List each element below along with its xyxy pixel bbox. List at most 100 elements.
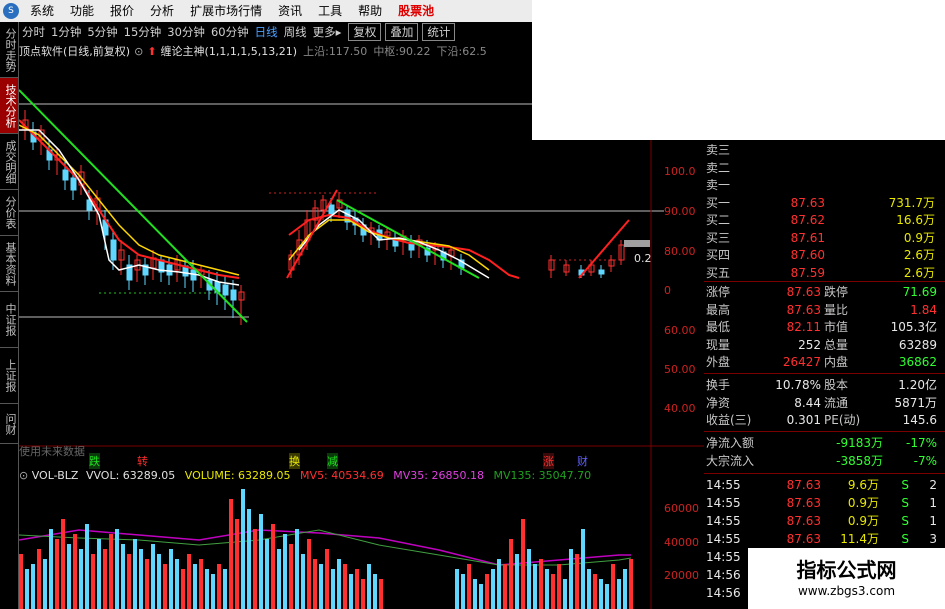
book-level-row: 卖一: [704, 177, 945, 194]
stat-label: 净资: [706, 395, 731, 410]
tick-volume: 9.6万: [847, 478, 879, 492]
stat-row: 净资 8.44 流通 5871万: [704, 395, 945, 412]
volume-bar: [103, 549, 107, 609]
volume-bar: [289, 544, 293, 609]
tick-side: S: [901, 532, 909, 546]
quote-panel: 卖三 卖二 卖一 买一 87.63 731.7万 买二 87.62 16.6万 买三 87.61 0.…: [704, 140, 945, 609]
stat-label: 最高: [706, 302, 731, 317]
volume-bar: [139, 549, 143, 609]
flow-percent: -17%: [905, 436, 937, 450]
period-30min[interactable]: 30分钟: [164, 24, 208, 40]
volume-bar: [43, 559, 47, 609]
tab-price-table[interactable]: 分价表: [0, 190, 18, 236]
kline-chart[interactable]: [19, 60, 704, 609]
stat-label: 换手: [706, 378, 731, 392]
stat-value: 105.3亿: [890, 320, 937, 334]
stat-value: 252: [798, 337, 821, 352]
volume-bar: [533, 564, 537, 609]
tab-timeshare[interactable]: 分时走势: [0, 22, 18, 78]
volume-bar: [515, 554, 519, 609]
menu-stock-pool[interactable]: 股票池: [390, 0, 442, 22]
tick-count: 2: [929, 478, 937, 492]
stat-value: 1.20亿: [898, 378, 937, 392]
menu-news[interactable]: 资讯: [270, 0, 310, 22]
tick-row: 14:55 87.63 0.9万 S 1: [704, 495, 945, 512]
candle: [62, 169, 69, 181]
tab-trade-detail[interactable]: 成交明细: [0, 134, 18, 190]
menu-extended-market[interactable]: 扩展市场行情: [182, 0, 270, 22]
collapse-icon[interactable]: ⊙: [134, 45, 143, 58]
overlay-button[interactable]: 叠加: [385, 23, 419, 41]
stat-row: 外盘 26427 内盘 36862: [704, 354, 945, 371]
tick-side: S: [901, 514, 909, 528]
period-weekly[interactable]: 周线: [281, 24, 310, 40]
divider: [704, 373, 945, 374]
tick-price: 87.63: [786, 532, 821, 546]
tick-side: S: [901, 496, 909, 510]
volume-bar: [367, 564, 371, 609]
volume-bar: [205, 569, 209, 609]
watermark-title: 指标公式网: [796, 558, 897, 582]
tab-fundamentals[interactable]: 基本资料: [0, 236, 18, 292]
book-level-row: 买四 87.60 2.6万: [704, 247, 945, 264]
menu-help[interactable]: 帮助: [350, 0, 390, 22]
stat-value: 8.44: [794, 395, 821, 410]
watermark: 指标公式网 www.zbgs3.com: [748, 548, 945, 609]
volume-bar: [277, 549, 281, 609]
menu-function[interactable]: 功能: [62, 0, 102, 22]
stat-label: 跌停: [824, 285, 849, 299]
menu-analysis[interactable]: 分析: [142, 0, 182, 22]
flow-percent: -7%: [913, 454, 937, 468]
collapse-icon[interactable]: ⊙: [19, 469, 28, 482]
menu-quote[interactable]: 报价: [102, 0, 142, 22]
stat-label: 现量: [706, 337, 731, 352]
tick-row: 14:55 87.63 11.4万 S 3: [704, 531, 945, 548]
book-level-label: 买三: [706, 230, 731, 245]
tab-technical[interactable]: 技术分析: [0, 78, 18, 134]
volume-bar: [229, 499, 233, 609]
menu-tools[interactable]: 工具: [310, 0, 350, 22]
tab-wencai[interactable]: 问财: [0, 404, 18, 444]
tick-count: 1: [929, 496, 937, 510]
period-daily[interactable]: 日线: [252, 24, 281, 40]
upper-value: 117.50: [328, 44, 368, 58]
volume-bar: [467, 564, 471, 609]
period-timeshare[interactable]: 分时: [19, 24, 48, 40]
period-5min[interactable]: 5分钟: [84, 24, 120, 40]
volume-bar: [85, 524, 89, 609]
period-15min[interactable]: 15分钟: [121, 24, 165, 40]
volume-bars-group: [19, 489, 633, 609]
menu-bar: S 系统 功能 报价 分析 扩展市场行情 资讯 工具 帮助 股票池: [0, 0, 532, 22]
tick-time: 14:55: [706, 550, 741, 564]
book-level-row: 买五 87.59 2.6万: [704, 265, 945, 282]
menu-system[interactable]: 系统: [22, 0, 62, 22]
statistics-button[interactable]: 统计: [422, 23, 456, 41]
stat-value: 10.78%: [775, 378, 821, 392]
stat-row: 最低 82.11 市值 105.3亿: [704, 319, 945, 336]
trend-line-red: [286, 189, 338, 279]
stat-label: 市值: [824, 320, 849, 334]
last-price-tag: 0.2: [634, 252, 652, 265]
vol-axis-label: 40000: [664, 536, 699, 549]
price-axis-label: 50.00: [664, 363, 696, 376]
volume-bar: [157, 554, 161, 609]
mv135-value: MV135: 35047.70: [493, 469, 592, 482]
tab-zhongzheng[interactable]: 中证报: [0, 292, 18, 348]
period-60min[interactable]: 60分钟: [208, 24, 252, 40]
tick-price: 87.63: [786, 514, 821, 528]
volume-bar: [575, 554, 579, 609]
stat-label: 流通: [824, 395, 849, 410]
stat-label: 外盘: [706, 355, 731, 369]
volume-bar: [151, 544, 155, 609]
volume-bar: [91, 554, 95, 609]
tab-shangzheng[interactable]: 上证报: [0, 348, 18, 404]
volume-bar: [79, 549, 83, 609]
signal-labels-row: 使用未来数据 跌 转 换 减 涨 财: [19, 445, 704, 469]
volume-bar: [313, 559, 317, 609]
stat-row: 换手 10.78% 股本 1.20亿: [704, 377, 945, 394]
fuquan-button[interactable]: 复权: [348, 23, 382, 41]
volume-bar: [169, 549, 173, 609]
period-more[interactable]: 更多▸: [310, 24, 345, 40]
book-level-row: 卖三: [704, 142, 945, 159]
period-1min[interactable]: 1分钟: [48, 24, 84, 40]
